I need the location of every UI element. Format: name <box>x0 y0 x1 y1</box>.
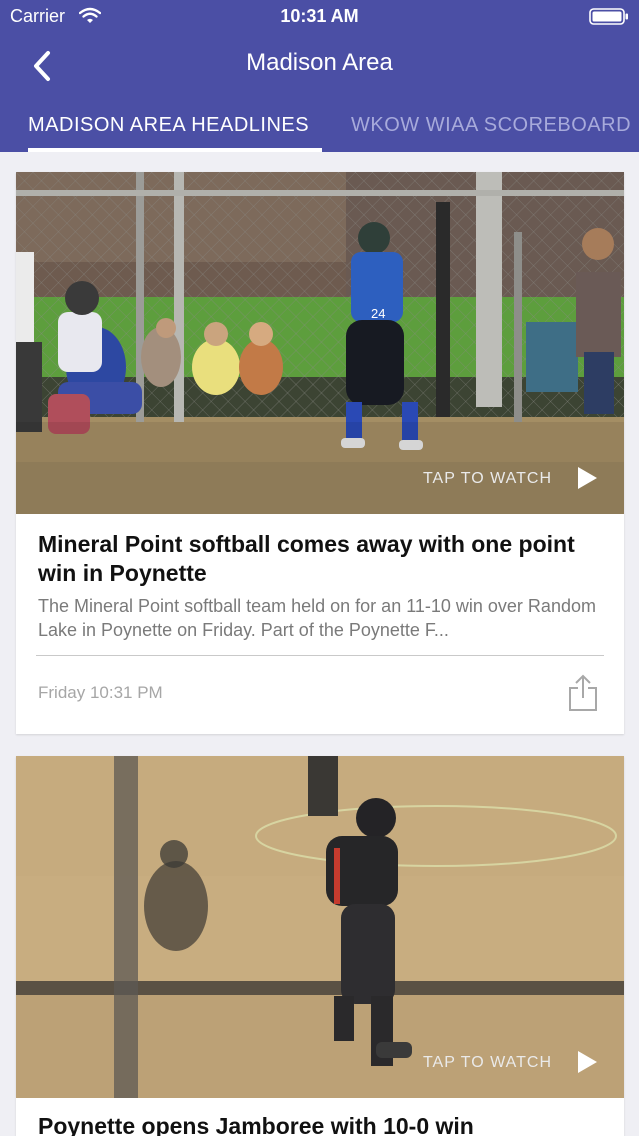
active-tab-indicator <box>28 148 322 152</box>
svg-text:24: 24 <box>371 306 385 321</box>
share-icon[interactable] <box>568 674 598 712</box>
article-headline[interactable]: Mineral Point softball comes away with o… <box>38 530 608 588</box>
back-button[interactable] <box>22 46 62 86</box>
battery-icon <box>589 8 628 25</box>
status-bar: Carrier 10:31 AM <box>0 0 639 34</box>
tab-bar: MADISON AREA HEADLINES WKOW WIAA SCOREBO… <box>0 106 639 152</box>
play-icon[interactable] <box>576 1050 598 1074</box>
status-time: 10:31 AM <box>280 6 359 26</box>
video-thumbnail[interactable]: TAP TO WATCH <box>16 756 624 1098</box>
article-card[interactable]: 24 TAP TO WATCH Mineral Point softball c… <box>16 172 624 734</box>
tab-wkow-wiaa-scoreboard[interactable]: WKOW WIAA SCOREBOARD <box>351 114 631 137</box>
article-headline[interactable]: Poynette opens Jamboree with 10-0 win <box>38 1112 608 1136</box>
app-header: Carrier 10:31 AM Madison Area MADISON AR… <box>0 0 639 152</box>
video-thumbnail[interactable]: 24 TAP TO WATCH <box>16 172 624 514</box>
tab-madison-area-headlines[interactable]: MADISON AREA HEADLINES <box>28 114 309 137</box>
play-icon[interactable] <box>576 466 598 490</box>
article-timestamp: Friday 10:31 PM <box>38 683 163 702</box>
article-card[interactable]: TAP TO WATCH Poynette opens Jamboree wit… <box>16 756 624 1136</box>
card-divider <box>36 655 604 656</box>
softball-runner-image <box>16 756 624 1098</box>
tap-to-watch-label: TAP TO WATCH <box>422 1054 552 1071</box>
chevron-left-icon <box>34 51 50 81</box>
softball-batter-image: 24 <box>16 172 624 514</box>
page-title: Madison Area <box>246 49 393 76</box>
article-summary: The Mineral Point softball team held on … <box>38 596 596 640</box>
tap-to-watch-label: TAP TO WATCH <box>422 470 552 487</box>
